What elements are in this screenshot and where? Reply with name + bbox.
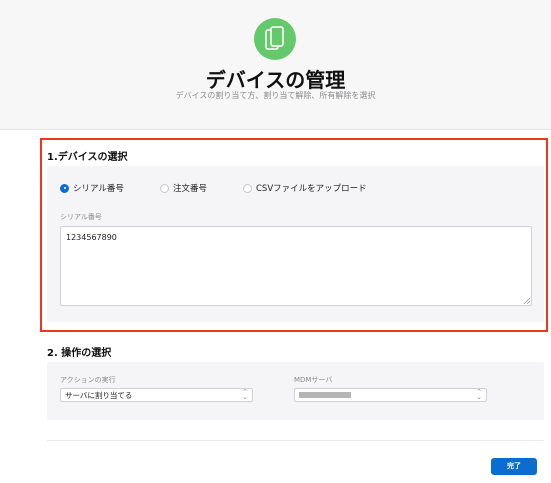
action-select-value: サーバに割り当てる (65, 391, 133, 400)
page-subtitle: デバイスの割り当て方、割り当て解除、所有解除を選択 (175, 91, 376, 100)
redacted-server-value (299, 392, 351, 398)
devices-icon (254, 18, 296, 60)
done-button[interactable]: 完了 (491, 458, 537, 475)
up-down-chevron-icon: ⌃ ⌄ (242, 388, 248, 401)
page-header: デバイスの管理 デバイスの割り当て方、割り当て解除、所有解除を選択 (0, 0, 551, 130)
action-label: アクションの実行 (60, 376, 116, 384)
action-select[interactable]: サーバに割り当てる ⌃ ⌄ (60, 388, 253, 402)
mdm-server-label: MDMサーバ (294, 376, 333, 384)
page-title: デバイスの管理 (205, 68, 346, 92)
up-down-chevron-icon: ⌃ ⌄ (476, 388, 482, 401)
footer-divider (47, 440, 544, 441)
mdm-server-select[interactable]: ⌃ ⌄ (294, 388, 487, 402)
selection-highlight-box (40, 138, 548, 332)
section-heading-action-selection: 2. 操作の選択 (47, 348, 112, 359)
